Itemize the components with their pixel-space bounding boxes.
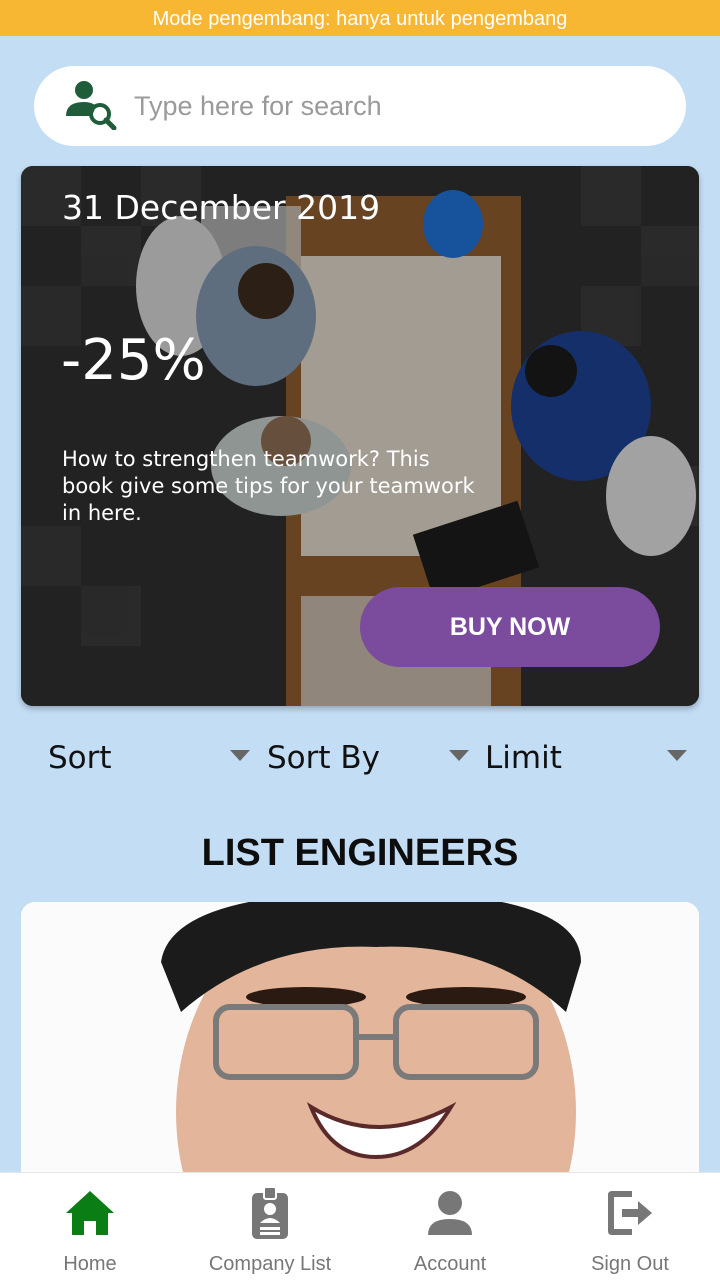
nav-sign-out[interactable]: Sign Out bbox=[540, 1173, 720, 1280]
nav-company-list[interactable]: Company List bbox=[180, 1173, 360, 1280]
id-badge-icon bbox=[252, 1186, 288, 1239]
sort-dropdown[interactable]: Sort bbox=[48, 728, 250, 788]
sort-dropdown-label: Sort bbox=[48, 740, 112, 776]
engineer-photo bbox=[21, 902, 699, 1202]
caret-down-icon bbox=[230, 750, 250, 761]
sign-out-icon bbox=[608, 1191, 652, 1235]
person-icon bbox=[428, 1191, 472, 1235]
engineer-card[interactable] bbox=[21, 902, 699, 1202]
search-bar[interactable] bbox=[34, 66, 686, 146]
home-icon bbox=[66, 1191, 114, 1235]
developer-mode-banner: Mode pengembang: hanya untuk pengembang bbox=[0, 0, 720, 36]
promo-discount: -25% bbox=[61, 328, 206, 393]
bottom-navigation: Home Company List Account Sign Out bbox=[0, 1172, 720, 1280]
search-input[interactable] bbox=[134, 84, 654, 128]
promo-card: 31 December 2019 -25% How to strengthen … bbox=[21, 166, 699, 706]
promo-description: How to strengthen teamwork? This book gi… bbox=[62, 447, 475, 525]
nav-sign-out-label: Sign Out bbox=[591, 1253, 669, 1275]
filter-row: Sort Sort By Limit bbox=[0, 728, 720, 788]
caret-down-icon bbox=[667, 750, 687, 761]
user-search-icon[interactable] bbox=[64, 80, 118, 130]
caret-down-icon bbox=[449, 750, 469, 761]
section-title: LIST ENGINEERS bbox=[201, 832, 519, 874]
sort-by-dropdown-label: Sort By bbox=[267, 740, 381, 776]
buy-now-button[interactable]: BUY NOW bbox=[360, 587, 660, 667]
nav-home[interactable]: Home bbox=[0, 1173, 180, 1280]
nav-account-label: Account bbox=[413, 1253, 487, 1275]
limit-dropdown[interactable]: Limit bbox=[485, 728, 687, 788]
nav-company-list-label: Company List bbox=[208, 1253, 332, 1275]
nav-account[interactable]: Account bbox=[360, 1173, 540, 1280]
sort-by-dropdown[interactable]: Sort By bbox=[267, 728, 469, 788]
limit-dropdown-label: Limit bbox=[485, 740, 562, 776]
nav-home-label: Home bbox=[63, 1253, 117, 1275]
promo-date: 31 December 2019 bbox=[62, 188, 381, 227]
